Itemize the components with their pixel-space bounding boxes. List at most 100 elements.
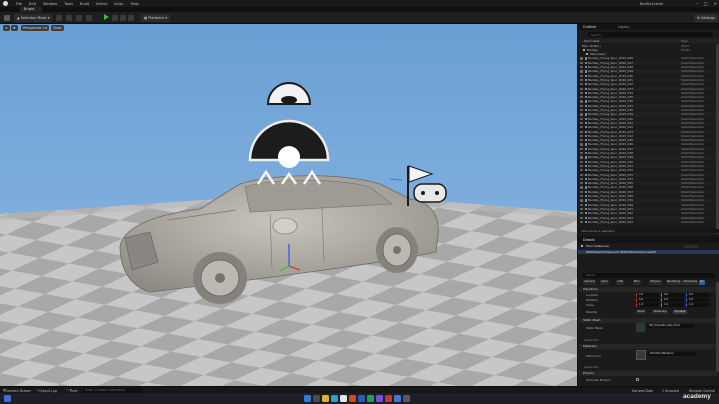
lit-button[interactable]: Lit	[41, 24, 49, 31]
widgets-icon[interactable]	[4, 395, 11, 402]
visibility-eye-icon[interactable]	[579, 143, 583, 146]
outliner-scrollbar[interactable]	[716, 44, 719, 234]
outliner-search-input[interactable]: Search...	[588, 32, 713, 37]
filter-tab-streaming[interactable]: Streaming	[682, 280, 699, 285]
app-icon[interactable]	[385, 395, 392, 402]
section-physics[interactable]: Physics	[579, 371, 718, 376]
visibility-eye-icon[interactable]	[579, 164, 583, 168]
visibility-eye-icon[interactable]	[579, 220, 583, 224]
visibility-eye-icon[interactable]	[579, 182, 583, 185]
filter-tab-all[interactable]: All	[698, 280, 705, 285]
visibility-eye-icon[interactable]	[579, 147, 583, 150]
close-icon[interactable]: ✕	[714, 1, 717, 6]
output-log-button[interactable]: ▭ Output Log	[36, 388, 57, 393]
visibility-eye-icon[interactable]	[579, 121, 583, 125]
settings-taskbar-icon[interactable]	[403, 395, 410, 402]
visibility-eye-icon[interactable]	[579, 87, 583, 90]
details-scrollbar[interactable]	[716, 282, 719, 372]
add-component-button[interactable]	[684, 244, 698, 248]
visibility-eye-icon[interactable]	[579, 104, 583, 107]
pause-icon[interactable]	[112, 15, 118, 21]
mobility-stationary-button[interactable]: Stationary	[652, 309, 669, 314]
visibility-eye-icon[interactable]	[579, 78, 583, 82]
save-icon[interactable]	[4, 15, 10, 21]
edge-icon[interactable]	[331, 395, 338, 402]
start-icon[interactable]	[304, 395, 311, 402]
visibility-eye-icon[interactable]	[579, 169, 583, 172]
location-field-x[interactable]: 0.0	[636, 293, 659, 297]
section-materials[interactable]: Materials	[579, 344, 718, 349]
visibility-eye-icon[interactable]	[579, 216, 583, 219]
filter-tab-rendering[interactable]: Rendering	[665, 280, 682, 285]
blueprint-icon[interactable]	[66, 15, 72, 21]
filter-tab-actor[interactable]: Actor	[599, 280, 610, 285]
excel-icon[interactable]	[367, 395, 374, 402]
minimize-icon[interactable]: –	[696, 1, 698, 6]
visibility-eye-icon[interactable]	[579, 134, 583, 138]
visibility-eye-icon[interactable]	[579, 126, 583, 129]
content-drawer-button[interactable]: ▤ Content Drawer	[3, 388, 31, 393]
visibility-eye-icon[interactable]	[579, 186, 583, 189]
menu-help[interactable]: Help	[131, 2, 139, 6]
cinematics-icon[interactable]	[76, 15, 82, 21]
menu-build[interactable]: Build	[80, 2, 89, 6]
mobility-movable-button[interactable]: Movable	[673, 309, 687, 314]
rotation-field-x[interactable]: 0.0	[636, 298, 659, 302]
visibility-eye-icon[interactable]	[579, 109, 583, 112]
menu-edit[interactable]: Edit	[29, 2, 36, 6]
visibility-eye-icon[interactable]	[579, 100, 583, 103]
show-button[interactable]: Show	[51, 24, 64, 31]
static-mesh-advanced[interactable]: Advanced	[584, 338, 598, 342]
simulate-physics-checkbox[interactable]	[636, 378, 639, 381]
scale-field-z[interactable]: 1.0	[686, 303, 709, 307]
mobility-static-button[interactable]: Static	[636, 309, 647, 314]
visibility-eye-icon[interactable]	[579, 203, 583, 206]
visibility-eye-icon[interactable]	[579, 207, 583, 211]
visibility-eye-icon[interactable]	[579, 156, 583, 159]
rotation-field-y[interactable]: 0.0	[661, 298, 684, 302]
scale-field-y[interactable]: 1.0	[661, 303, 684, 307]
visibility-eye-icon[interactable]	[579, 160, 583, 163]
file-explorer-icon[interactable]	[322, 395, 329, 402]
menu-window[interactable]: Window	[43, 2, 57, 6]
static-mesh-dropdown[interactable]: SM_Template_Map_Floor	[647, 324, 695, 328]
visibility-eye-icon[interactable]	[579, 212, 583, 215]
visibility-eye-icon[interactable]	[579, 173, 583, 176]
add-actor-icon[interactable]	[86, 15, 92, 21]
section-transform[interactable]: Transform	[579, 287, 718, 292]
details-search-input[interactable]: Search	[583, 273, 715, 278]
visibility-eye-icon[interactable]	[579, 96, 583, 99]
rotation-field-z[interactable]: 0.0	[686, 298, 709, 302]
filter-tab-lod[interactable]: LOD	[616, 280, 625, 285]
store-icon[interactable]	[394, 395, 401, 402]
material-dropdown[interactable]: WorldGridMaterial	[648, 352, 696, 356]
unreal-logo-icon[interactable]	[3, 1, 8, 6]
visibility-eye-icon[interactable]	[579, 57, 583, 60]
eject-icon[interactable]	[128, 15, 134, 21]
settings-button[interactable]: ⚙ Settings	[694, 14, 719, 22]
section-static-mesh[interactable]: Static Mesh	[579, 318, 718, 323]
word-icon[interactable]	[358, 395, 365, 402]
selection-mode-button[interactable]: ▲ Selection Mode ▾	[14, 14, 53, 22]
visibility-eye-icon[interactable]	[579, 113, 583, 116]
unreal-taskbar-icon[interactable]	[340, 395, 347, 402]
visibility-eye-icon[interactable]	[579, 130, 583, 133]
filter-tab-physics[interactable]: Physics	[649, 280, 662, 285]
visibility-eye-icon[interactable]	[579, 117, 583, 120]
visibility-eye-icon[interactable]	[579, 70, 583, 73]
materials-advanced[interactable]: Advanced	[584, 365, 598, 369]
scale-field-x[interactable]: 1.0	[636, 303, 659, 307]
play-icon[interactable]	[104, 14, 109, 20]
visibility-eye-icon[interactable]	[579, 152, 583, 155]
visibility-eye-icon[interactable]	[579, 61, 583, 64]
visibility-eye-icon[interactable]	[579, 139, 583, 142]
transform-tools-icon[interactable]: ✥	[11, 24, 18, 31]
location-field-y[interactable]: 0.0	[661, 293, 684, 297]
filter-tab-misc[interactable]: Misc	[632, 280, 642, 285]
menu-tools[interactable]: Tools	[64, 2, 73, 6]
visibility-eye-icon[interactable]	[579, 199, 583, 202]
content-icon[interactable]	[56, 15, 62, 21]
platforms-button[interactable]: ▦ Platforms ▾	[141, 14, 171, 22]
visibility-eye-icon[interactable]	[579, 91, 583, 95]
visibility-eye-icon[interactable]	[579, 195, 583, 198]
